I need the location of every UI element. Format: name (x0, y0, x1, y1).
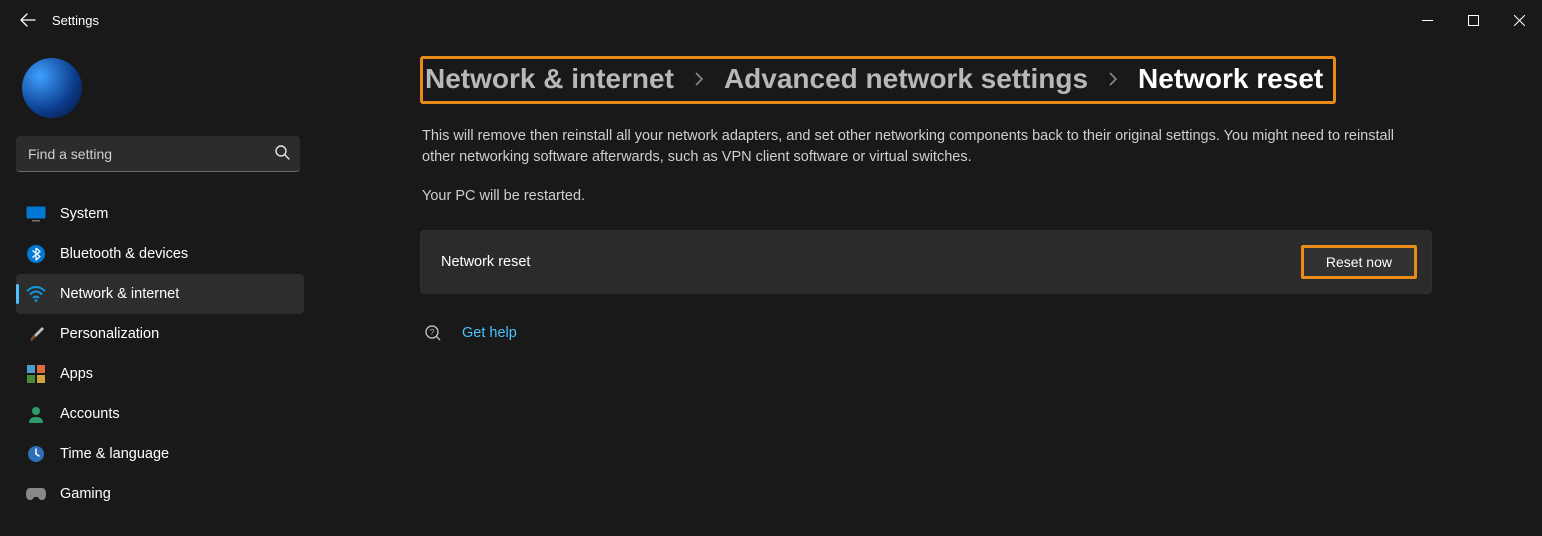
window-title: Settings (52, 13, 99, 28)
chevron-right-icon (1106, 72, 1120, 86)
close-icon (1514, 15, 1525, 26)
sidebar-item-label: System (60, 206, 108, 222)
card-label: Network reset (441, 254, 530, 270)
person-icon (26, 404, 46, 424)
nav-list: System Bluetooth & devices Network & int… (16, 194, 304, 514)
reset-now-button[interactable]: Reset now (1301, 245, 1417, 279)
svg-text:?: ? (430, 328, 435, 337)
sidebar-item-label: Network & internet (60, 286, 179, 302)
help-row: ? Get help (420, 324, 1432, 342)
sidebar-item-label: Gaming (60, 486, 111, 502)
main-content: Network & internet Advanced network sett… (320, 40, 1542, 536)
bluetooth-icon (26, 244, 46, 264)
network-reset-card: Network reset Reset now (420, 230, 1432, 294)
breadcrumb-link-advanced[interactable]: Advanced network settings (724, 63, 1088, 95)
gamepad-icon (26, 484, 46, 504)
wifi-icon (26, 284, 46, 304)
window-controls (1404, 0, 1542, 40)
display-icon (26, 204, 46, 224)
get-help-link[interactable]: Get help (462, 325, 517, 341)
restart-note: Your PC will be restarted. (422, 188, 1430, 204)
sidebar-item-time-language[interactable]: Time & language (16, 434, 304, 474)
arrow-left-icon (20, 12, 36, 28)
chevron-right-icon (692, 72, 706, 86)
search-icon (274, 144, 290, 160)
sidebar: System Bluetooth & devices Network & int… (0, 40, 320, 536)
sidebar-item-label: Personalization (60, 326, 159, 342)
breadcrumb-link-network[interactable]: Network & internet (425, 63, 674, 95)
breadcrumb: Network & internet Advanced network sett… (420, 56, 1336, 104)
sidebar-item-system[interactable]: System (16, 194, 304, 234)
sidebar-item-bluetooth[interactable]: Bluetooth & devices (16, 234, 304, 274)
sidebar-item-label: Accounts (60, 406, 120, 422)
maximize-icon (1468, 15, 1479, 26)
sidebar-item-label: Time & language (60, 446, 169, 462)
user-avatar[interactable] (22, 58, 82, 118)
search-box[interactable] (16, 136, 300, 172)
sidebar-item-label: Apps (60, 366, 93, 382)
clock-icon (26, 444, 46, 464)
sidebar-item-personalization[interactable]: Personalization (16, 314, 304, 354)
close-button[interactable] (1496, 0, 1542, 40)
description-text: This will remove then reinstall all your… (422, 126, 1422, 168)
back-button[interactable] (10, 2, 46, 38)
search-input[interactable] (28, 146, 264, 162)
title-bar: Settings (0, 0, 1542, 40)
maximize-button[interactable] (1450, 0, 1496, 40)
sidebar-item-label: Bluetooth & devices (60, 246, 188, 262)
minimize-button[interactable] (1404, 0, 1450, 40)
apps-icon (26, 364, 46, 384)
sidebar-item-accounts[interactable]: Accounts (16, 394, 304, 434)
sidebar-item-gaming[interactable]: Gaming (16, 474, 304, 514)
help-icon: ? (424, 324, 442, 342)
minimize-icon (1422, 15, 1433, 26)
sidebar-item-network[interactable]: Network & internet (16, 274, 304, 314)
paintbrush-icon (26, 324, 46, 344)
sidebar-item-apps[interactable]: Apps (16, 354, 304, 394)
breadcrumb-current: Network reset (1138, 63, 1323, 95)
